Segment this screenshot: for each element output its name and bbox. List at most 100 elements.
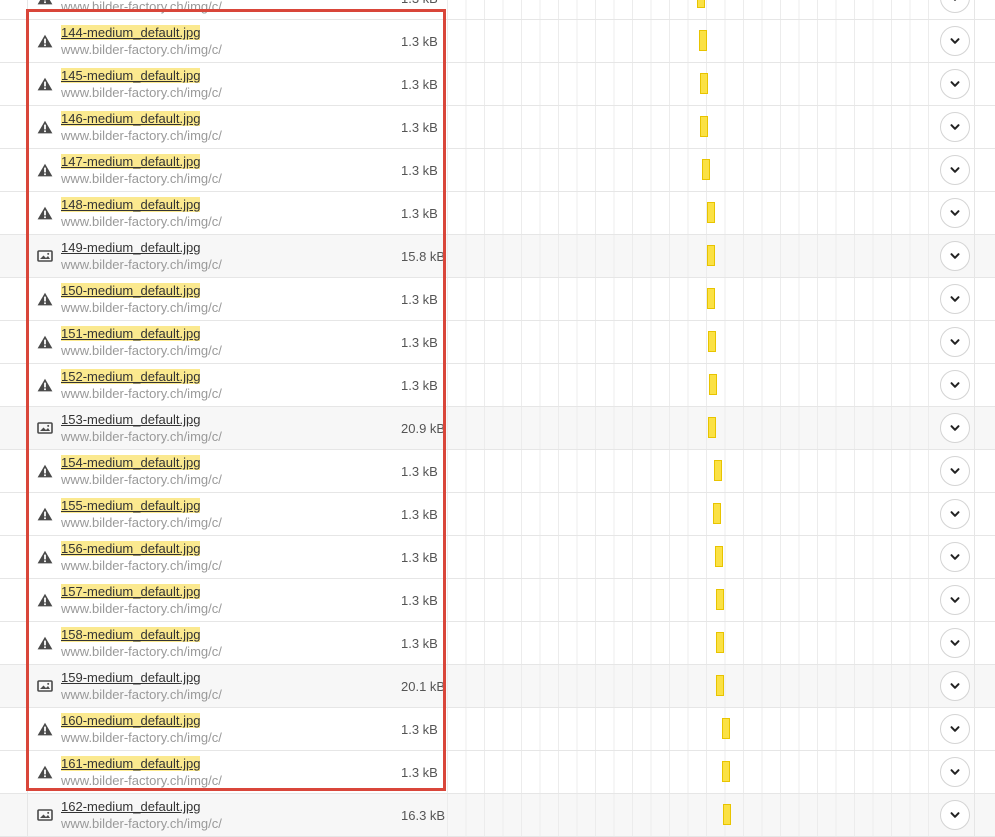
request-row[interactable]: 145-medium_default.jpg www.bilder-factor… xyxy=(0,63,995,106)
expand-button[interactable] xyxy=(940,585,970,615)
file-name-link[interactable]: 149-medium_default.jpg xyxy=(61,240,200,255)
file-size: 1.3 kB xyxy=(401,206,438,221)
file-name-link[interactable]: 151-medium_default.jpg xyxy=(61,326,200,341)
expand-button[interactable] xyxy=(940,0,970,13)
expand-button[interactable] xyxy=(940,542,970,572)
expand-button[interactable] xyxy=(940,499,970,529)
request-row[interactable]: 147-medium_default.jpg www.bilder-factor… xyxy=(0,149,995,192)
file-name-link[interactable]: 147-medium_default.jpg xyxy=(61,154,200,169)
expand-button[interactable] xyxy=(940,112,970,142)
expand-button[interactable] xyxy=(940,155,970,185)
expand-button[interactable] xyxy=(940,198,970,228)
chevron-down-icon xyxy=(949,723,961,735)
expand-button[interactable] xyxy=(940,26,970,56)
request-list: 143-medium_default.jpg www.bilder-factor… xyxy=(0,0,995,837)
request-row[interactable]: 146-medium_default.jpg www.bilder-factor… xyxy=(0,106,995,149)
file-size: 20.1 kB xyxy=(401,679,445,694)
file-name-link[interactable]: 156-medium_default.jpg xyxy=(61,541,200,556)
file-name-link[interactable]: 150-medium_default.jpg xyxy=(61,283,200,298)
chevron-down-icon xyxy=(949,164,961,176)
waterfall-bar xyxy=(716,632,724,653)
row-right-border xyxy=(974,450,975,492)
waterfall-track xyxy=(447,0,935,19)
request-row[interactable]: 144-medium_default.jpg www.bilder-factor… xyxy=(0,20,995,63)
file-name-link[interactable]: 154-medium_default.jpg xyxy=(61,455,200,470)
warning-icon xyxy=(37,464,53,478)
waterfall-bar xyxy=(716,589,724,610)
file-name-link[interactable]: 153-medium_default.jpg xyxy=(61,412,200,427)
request-row[interactable]: 153-medium_default.jpg www.bilder-factor… xyxy=(0,407,995,450)
file-size: 1.3 kB xyxy=(401,163,438,178)
file-name-link[interactable]: 162-medium_default.jpg xyxy=(61,799,200,814)
waterfall-track xyxy=(447,708,935,750)
warning-icon xyxy=(37,0,53,5)
row-left-border xyxy=(27,536,28,578)
file-url: www.bilder-factory.ch/img/c/ xyxy=(61,515,222,530)
request-row[interactable]: 162-medium_default.jpg www.bilder-factor… xyxy=(0,794,995,837)
request-row[interactable]: 159-medium_default.jpg www.bilder-factor… xyxy=(0,665,995,708)
row-left-border xyxy=(27,106,28,148)
expand-button[interactable] xyxy=(940,370,970,400)
file-name-link[interactable]: 146-medium_default.jpg xyxy=(61,111,200,126)
row-left-border xyxy=(27,20,28,62)
expand-button[interactable] xyxy=(940,327,970,357)
chevron-down-icon xyxy=(949,594,961,606)
request-row[interactable]: 151-medium_default.jpg www.bilder-factor… xyxy=(0,321,995,364)
file-url: www.bilder-factory.ch/img/c/ xyxy=(61,429,222,444)
file-size: 1.3 kB xyxy=(401,335,438,350)
file-name-link[interactable]: 159-medium_default.jpg xyxy=(61,670,200,685)
expand-button[interactable] xyxy=(940,714,970,744)
chevron-down-icon xyxy=(949,422,961,434)
chevron-down-icon xyxy=(949,809,961,821)
chevron-down-icon xyxy=(949,35,961,47)
expand-button[interactable] xyxy=(940,69,970,99)
file-name-link[interactable]: 155-medium_default.jpg xyxy=(61,498,200,513)
request-row[interactable]: 150-medium_default.jpg www.bilder-factor… xyxy=(0,278,995,321)
warning-icon xyxy=(37,206,53,220)
file-name-link[interactable]: 158-medium_default.jpg xyxy=(61,627,200,642)
file-name-link[interactable]: 152-medium_default.jpg xyxy=(61,369,200,384)
request-row[interactable]: 143-medium_default.jpg www.bilder-factor… xyxy=(0,0,995,20)
file-name-link[interactable]: 161-medium_default.jpg xyxy=(61,756,200,771)
file-url: www.bilder-factory.ch/img/c/ xyxy=(61,773,222,788)
request-row[interactable]: 154-medium_default.jpg www.bilder-factor… xyxy=(0,450,995,493)
row-left-border xyxy=(27,794,28,836)
expand-button[interactable] xyxy=(940,628,970,658)
request-row[interactable]: 158-medium_default.jpg www.bilder-factor… xyxy=(0,622,995,665)
request-row[interactable]: 148-medium_default.jpg www.bilder-factor… xyxy=(0,192,995,235)
file-name-link[interactable]: 148-medium_default.jpg xyxy=(61,197,200,212)
expand-button[interactable] xyxy=(940,241,970,271)
request-row[interactable]: 155-medium_default.jpg www.bilder-factor… xyxy=(0,493,995,536)
row-right-border xyxy=(974,493,975,535)
waterfall-track xyxy=(447,278,935,320)
expand-button[interactable] xyxy=(940,671,970,701)
request-row[interactable]: 157-medium_default.jpg www.bilder-factor… xyxy=(0,579,995,622)
request-row[interactable]: 149-medium_default.jpg www.bilder-factor… xyxy=(0,235,995,278)
waterfall-track xyxy=(447,235,935,277)
file-name-link[interactable]: 144-medium_default.jpg xyxy=(61,25,200,40)
file-url: www.bilder-factory.ch/img/c/ xyxy=(61,601,222,616)
image-icon xyxy=(37,249,53,263)
row-right-border xyxy=(974,579,975,621)
file-size: 1.3 kB xyxy=(401,507,438,522)
waterfall-bar xyxy=(722,718,730,739)
chevron-down-icon xyxy=(949,250,961,262)
expand-button[interactable] xyxy=(940,456,970,486)
waterfall-track xyxy=(447,149,935,191)
file-name-link[interactable]: 145-medium_default.jpg xyxy=(61,68,200,83)
expand-button[interactable] xyxy=(940,413,970,443)
file-name-link[interactable]: 157-medium_default.jpg xyxy=(61,584,200,599)
request-row[interactable]: 160-medium_default.jpg www.bilder-factor… xyxy=(0,708,995,751)
waterfall-bar xyxy=(709,374,717,395)
row-right-border xyxy=(974,751,975,793)
waterfall-bar xyxy=(723,804,731,825)
expand-button[interactable] xyxy=(940,757,970,787)
file-size: 1.3 kB xyxy=(401,550,438,565)
request-row[interactable]: 161-medium_default.jpg www.bilder-factor… xyxy=(0,751,995,794)
request-row[interactable]: 152-medium_default.jpg www.bilder-factor… xyxy=(0,364,995,407)
expand-button[interactable] xyxy=(940,284,970,314)
expand-button[interactable] xyxy=(940,800,970,830)
request-row[interactable]: 156-medium_default.jpg www.bilder-factor… xyxy=(0,536,995,579)
file-name-link[interactable]: 160-medium_default.jpg xyxy=(61,713,200,728)
waterfall-track xyxy=(447,364,935,406)
